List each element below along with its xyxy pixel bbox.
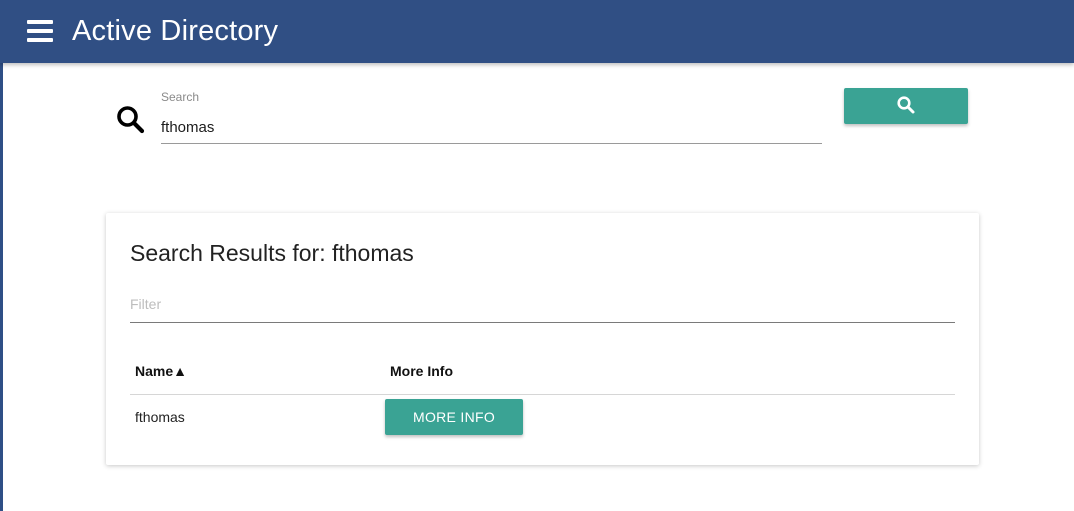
table-row: fthomas MORE INFO (130, 395, 955, 440)
column-header-name-label: Name (135, 363, 174, 379)
results-title: Search Results for: fthomas (130, 240, 414, 266)
search-input[interactable] (161, 112, 822, 144)
column-header-name[interactable]: Name▲ (130, 348, 385, 395)
results-table: Name▲ More Info fthomas MORE INFO (130, 348, 955, 439)
more-info-button[interactable]: MORE INFO (385, 399, 523, 435)
sort-ascending-icon: ▲ (173, 363, 187, 379)
filter-input[interactable] (130, 286, 955, 323)
column-header-more-info: More Info (385, 348, 955, 395)
app-frame: Active Directory Search Search Results f… (0, 0, 1074, 511)
search-icon (115, 104, 147, 136)
app-title: Active Directory (72, 15, 279, 47)
search-results-card: Search Results for: fthomas Name▲ More I… (106, 213, 979, 465)
app-bar: Active Directory (0, 0, 1074, 63)
search-icon (896, 95, 916, 118)
column-header-more-info-label: More Info (390, 363, 453, 379)
table-header-row: Name▲ More Info (130, 348, 955, 395)
search-label: Search (161, 90, 200, 104)
hamburger-menu-icon[interactable] (26, 18, 54, 44)
search-button[interactable] (844, 88, 968, 124)
result-name-cell: fthomas (135, 409, 185, 425)
result-action-cell: MORE INFO (385, 395, 955, 440)
